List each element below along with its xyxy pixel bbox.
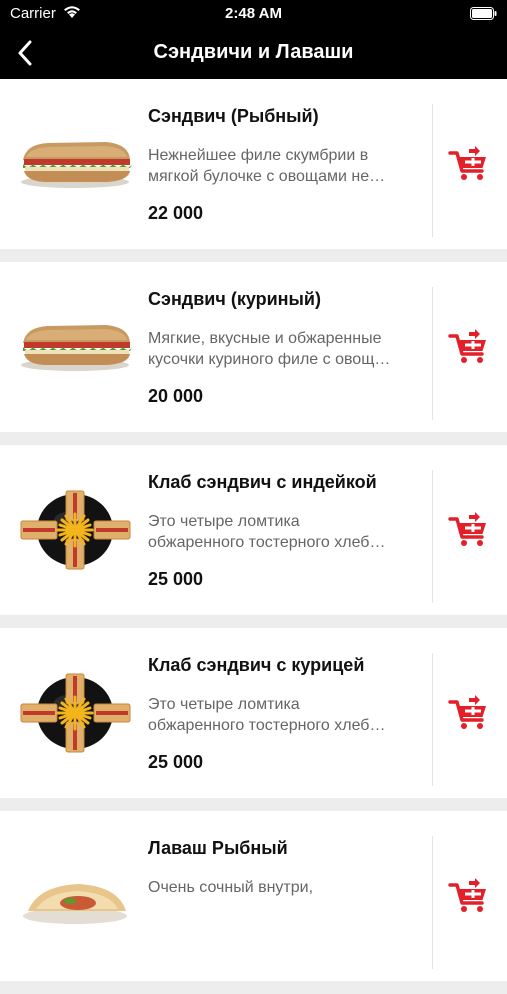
add-to-cart-button[interactable] <box>448 328 490 366</box>
cart-add-icon <box>448 511 490 549</box>
cart-add-icon <box>448 877 490 915</box>
description-line: Очень сочный внутри, <box>148 879 314 896</box>
page-title: Сэндвичи и Лаваши <box>153 41 354 63</box>
product-card[interactable]: Лаваш Рыбный Очень сочный внутри, <box>0 811 507 981</box>
description-line: кусочки куриного филе с овощ… <box>148 351 391 368</box>
product-name: Клаб сэндвич с индейкой <box>148 472 377 492</box>
product-list: Сэндвич (Рыбный) Нежнейшее филе скумбрии… <box>0 79 507 994</box>
add-to-cart-button[interactable] <box>448 694 490 732</box>
product-description: Нежнейшее филе скумбрии в мягкой булочке… <box>148 145 420 187</box>
add-to-cart-button[interactable] <box>448 145 490 183</box>
product-name: Клаб сэндвич с курицей <box>148 655 365 675</box>
description-line: Это четыре ломтика <box>148 696 300 713</box>
description-line: обжаренного тостерного хлеб… <box>148 717 386 734</box>
battery-icon <box>470 7 497 25</box>
divider <box>432 287 433 420</box>
description-line: Мягкие, вкусные и обжаренные <box>148 330 382 347</box>
description-line: мягкой булочке с овощами не… <box>148 168 386 185</box>
add-to-cart-button[interactable] <box>448 877 490 915</box>
product-description: Это четыре ломтика обжаренного тостерног… <box>148 511 420 553</box>
divider <box>432 470 433 603</box>
product-price: 22 000 <box>148 203 204 223</box>
cart-add-icon <box>448 694 490 732</box>
product-price: 20 000 <box>148 386 204 406</box>
product-description: Мягкие, вкусные и обжаренные кусочки кур… <box>148 328 420 370</box>
divider <box>432 836 433 969</box>
product-image <box>18 673 133 753</box>
product-card[interactable]: Клаб сэндвич с индейкой Это четыре ломти… <box>0 445 507 615</box>
product-description: Очень сочный внутри, <box>148 877 420 898</box>
product-image <box>18 124 133 204</box>
product-image <box>18 490 133 570</box>
description-line: Это четыре ломтика <box>148 513 300 530</box>
product-price: 25 000 <box>148 569 204 589</box>
divider <box>432 104 433 237</box>
product-name: Сэндвич (Рыбный) <box>148 106 319 126</box>
product-name: Лаваш Рыбный <box>148 838 288 858</box>
add-to-cart-button[interactable] <box>448 511 490 549</box>
status-bar: Carrier 2:48 AM <box>0 0 507 26</box>
product-card[interactable]: Клаб сэндвич с курицей Это четыре ломтик… <box>0 628 507 798</box>
product-price: 25 000 <box>148 752 204 772</box>
product-name: Сэндвич (куриный) <box>148 289 321 309</box>
product-image <box>18 307 133 387</box>
product-card[interactable]: Сэндвич (куриный) Мягкие, вкусные и обжа… <box>0 262 507 432</box>
clock-label: 2:48 AM <box>225 5 282 22</box>
product-description: Это четыре ломтика обжаренного тостерног… <box>148 694 420 736</box>
cart-add-icon <box>448 328 490 366</box>
description-line: Нежнейшее филе скумбрии в <box>148 147 369 164</box>
product-card[interactable]: Сэндвич (Рыбный) Нежнейшее филе скумбрии… <box>0 79 507 249</box>
description-line: обжаренного тостерного хлеб… <box>148 534 386 551</box>
navigation-bar: Сэндвичи и Лаваши <box>0 26 507 79</box>
divider <box>432 653 433 786</box>
cart-add-icon <box>448 145 490 183</box>
product-image <box>18 856 133 936</box>
